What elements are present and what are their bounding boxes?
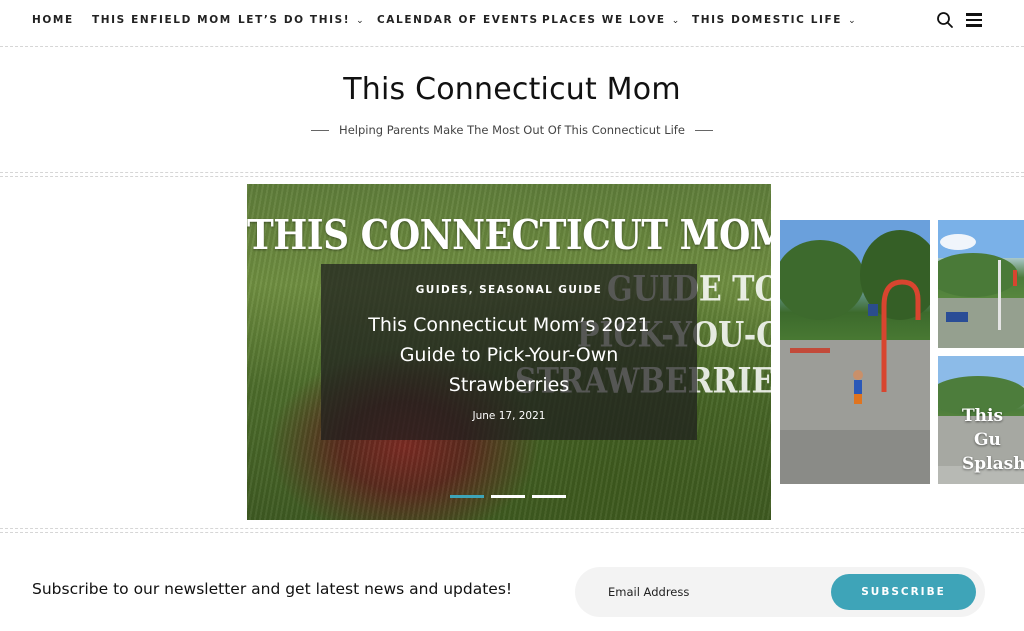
splash-pad-image — [780, 220, 930, 484]
hamburger-menu-icon[interactable] — [966, 13, 982, 27]
tagline-rule-right — [694, 130, 713, 131]
splash-pad-image — [938, 220, 1024, 348]
site-tagline: Helping Parents Make The Most Out Of Thi… — [0, 123, 1024, 137]
nav-this-domestic-life[interactable]: THIS DOMESTIC LIFE ⌄ — [692, 14, 857, 26]
slide-thumbnail-text: This Gu Splash — [962, 406, 1024, 474]
post-date: June 17, 2021 — [472, 410, 546, 422]
chevron-down-icon: ⌄ — [356, 16, 366, 26]
top-navigation: HOME THIS ENFIELD MOM LET’S DO THIS! ⌄ CA… — [0, 0, 1024, 42]
nav-calendar-of-events[interactable]: CALENDAR OF EVENTS — [377, 14, 539, 26]
email-input[interactable] — [608, 579, 818, 605]
slider-dot-1[interactable] — [450, 495, 484, 498]
subscribe-button[interactable]: SUBSCRIBE — [831, 574, 976, 610]
divider — [0, 528, 1024, 529]
nav-lets-do-this[interactable]: LET’S DO THIS! ⌄ — [238, 14, 365, 26]
nav-this-enfield-mom[interactable]: THIS ENFIELD MOM — [92, 14, 232, 26]
divider — [0, 172, 1024, 173]
search-icon[interactable] — [936, 11, 954, 29]
newsletter-text: Subscribe to our newsletter and get late… — [32, 580, 513, 598]
slide-thumbnail[interactable] — [780, 220, 930, 484]
tagline-rule-left — [311, 130, 330, 131]
slider-dot-3[interactable] — [532, 495, 566, 498]
nav-places-we-love[interactable]: PLACES WE LOVE ⌄ — [542, 14, 681, 26]
featured-slide[interactable]: THIS CONNECTICUT MOM'S GUIDE TO PICK-YOU… — [247, 184, 771, 520]
nav-home[interactable]: HOME — [32, 14, 74, 26]
post-categories[interactable]: GUIDES, SEASONAL GUIDE — [321, 284, 697, 296]
site-title[interactable]: This Connecticut Mom — [0, 72, 1024, 107]
slide-caption-overlay: GUIDES, SEASONAL GUIDE This Connecticut … — [321, 264, 697, 440]
slide-banner-text: THIS CONNECTICUT MOM'S — [247, 210, 771, 260]
slide-thumbnail[interactable] — [938, 220, 1024, 348]
slider-dot-2[interactable] — [491, 495, 525, 498]
chevron-down-icon: ⌄ — [848, 16, 858, 26]
slide-thumbnail[interactable]: This Gu Splash — [938, 356, 1024, 484]
chevron-down-icon: ⌄ — [671, 16, 681, 26]
divider — [0, 532, 1024, 533]
divider — [0, 46, 1024, 47]
divider — [0, 176, 1024, 177]
post-title[interactable]: This Connecticut Mom’s 2021 Guide to Pic… — [349, 310, 669, 400]
tagline-text: Helping Parents Make The Most Out Of Thi… — [339, 123, 685, 137]
